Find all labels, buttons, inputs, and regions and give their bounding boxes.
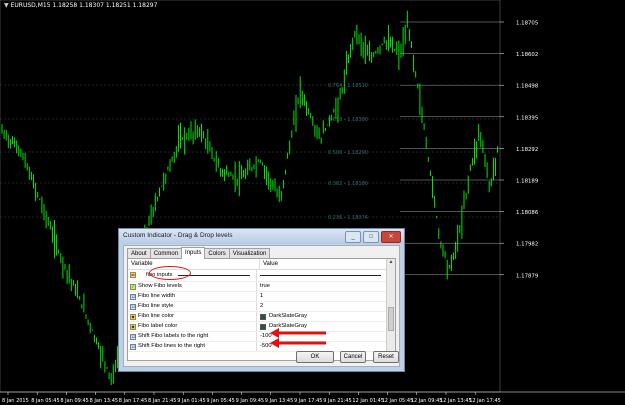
separator-line [260,274,381,276]
fibo-level-label: 0.618 - 1.18380 [328,117,368,123]
price-label: 1.18189 [516,179,539,185]
time-label: 12 Jan 17:45 [469,398,501,404]
close-button[interactable]: ✕ [381,231,401,243]
integer-icon: 12 [130,333,136,340]
dropdown-arrow-icon: ▼ [4,2,9,9]
fibo-level-label: 0.500 - 1.18290 [328,150,368,156]
price-label: 1.17879 [516,273,539,279]
minimize-button[interactable]: _ [345,231,361,243]
price-label: 1.18498 [516,84,539,90]
price-label: 1.18292 [516,147,538,153]
input-variable: Fibo label color [138,323,178,329]
color-swatch [260,323,266,330]
dialog-buttons: OK Cancel Reset [124,351,399,363]
highlight-circle [149,266,191,280]
time-label: 8 Jan 13:45 [90,398,118,404]
highlight-arrows [270,328,326,348]
scroll-up-icon[interactable]: ▲ [387,259,395,266]
time-label: 9 Jan 13:45 [265,398,293,404]
time-label: 8 Jan 17:45 [119,398,147,404]
boolean-icon: ✓ [130,283,136,290]
input-variable: Fibo line width [138,293,176,299]
time-label: 9 Jan 05:45 [206,398,234,404]
maximize-button[interactable]: □ [363,231,379,243]
input-variable: Shift Fibo labels to the right [138,333,209,339]
time-label: 8 Jan 09:45 [60,398,88,404]
input-row-fibo-line-color[interactable]: ◆ Fibo line color DarkSlateGray [128,312,387,322]
price-label: 1.18086 [516,210,539,216]
integer-icon: 12 [130,343,136,350]
inputs-grid: ab fibo inputs ✓ Show Fibo levels true 12 F… [128,269,387,352]
price-label: 1.17982 [516,242,538,248]
input-value[interactable]: 1 [260,292,263,301]
time-label: 9 Jan 01:45 [177,398,205,404]
input-variable: Fibo line color [138,313,175,319]
input-value[interactable]: DarkSlateGray [269,312,307,321]
time-label: 12 Jan 09:45 [411,398,443,404]
tab-inputs[interactable]: Inputs [181,247,206,259]
price-label: 1.18395 [516,115,538,121]
ok-button[interactable]: OK [296,351,334,363]
input-row-fibo-line-style[interactable]: 12 Fibo line style 2 [128,302,387,312]
time-label: 12 Jan 13:45 [440,398,472,404]
dialog-body: About Common Inputs Colors Visualization… [123,245,400,367]
time-label: 12 Jan 01:45 [352,398,384,404]
input-variable: Shift Fibo lines to the right [138,343,206,349]
reset-button[interactable]: Reset [373,351,399,363]
dialog-titlebar[interactable]: Custom Indicator - Drag & Drop levels _ … [119,229,404,244]
input-value[interactable]: true [260,282,270,291]
time-label: 9 Jan 09:45 [236,398,264,404]
input-row-fibo-label-color[interactable]: ◆ Fibo label color DarkSlateGray [128,322,387,332]
input-variable: Show Fibo levels [138,283,182,289]
symbol-title: ▼ EURUSD,M15 1.18258 1.18307 1.18251 1.18… [4,2,157,9]
time-label: 8 Jan 05:45 [31,398,59,404]
custom-indicator-dialog[interactable]: Custom Indicator - Drag & Drop levels _ … [118,228,405,372]
price-label: 1.18602 [516,52,538,58]
input-variable: Fibo line style [138,303,174,309]
input-row-show-fibo-levels[interactable]: ✓ Show Fibo levels true [128,282,387,292]
input-value[interactable]: 2 [260,302,263,311]
input-row-shift-labels[interactable]: 12 Shift Fibo labels to the right -100 [128,332,387,342]
time-label: 9 Jan 21:45 [323,398,351,404]
integer-icon: 12 [130,293,136,300]
fibo-level-label: 0.236 - 1.18074 [328,215,368,221]
fibo-level-label: 0.382 - 1.18180 [328,181,368,187]
fibo-level-label: 0.764 - 1.18510 [328,83,368,89]
color-icon: ◆ [130,323,136,330]
dialog-title: Custom Indicator - Drag & Drop levels [123,232,233,239]
time-label: 12 Jan 05:45 [382,398,414,404]
input-row-fibo-line-width[interactable]: 12 Fibo line width 1 [128,292,387,302]
color-swatch [260,313,266,320]
arrow-icon-labels [270,328,326,338]
time-label: 8 Jan 21:45 [148,398,176,404]
inputs-scrollbar[interactable]: ▲ ▼ [386,259,395,360]
cancel-button[interactable]: Cancel [340,351,366,363]
time-label: 9 Jan 17:45 [294,398,322,404]
column-value[interactable]: Value [259,259,387,269]
scrollbar-thumb[interactable] [388,307,394,331]
color-icon: ◆ [130,313,136,320]
price-label: 1.18705 [516,21,538,27]
arrow-icon-lines [270,338,326,348]
integer-icon: 12 [130,303,136,310]
symbol-title-text: EURUSD,M15 1.18258 1.18307 1.18251 1.182… [10,2,158,9]
string-icon: ab [130,272,136,278]
time-label: 8 Jan 2015 [2,398,29,404]
column-variable[interactable]: Variable [128,259,259,269]
